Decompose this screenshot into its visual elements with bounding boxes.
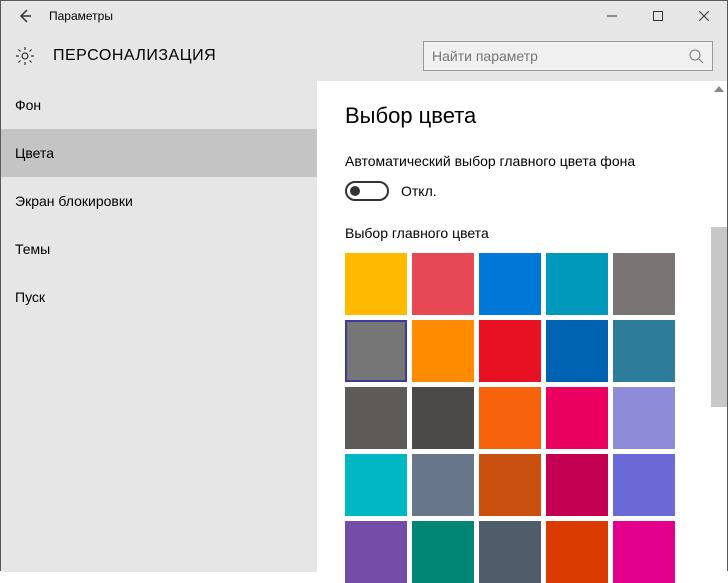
color-swatch[interactable]: [613, 521, 675, 583]
titlebar: Параметры: [1, 1, 727, 31]
color-swatch[interactable]: [479, 454, 541, 516]
arrow-left-icon: [17, 8, 33, 24]
color-swatch[interactable]: [345, 521, 407, 583]
color-swatch[interactable]: [613, 454, 675, 516]
maximize-button[interactable]: [635, 1, 681, 31]
sidebar-item-colors[interactable]: Цвета: [1, 129, 317, 177]
color-swatch[interactable]: [546, 320, 608, 382]
close-button[interactable]: [681, 1, 727, 31]
auto-color-label: Автоматический выбор главного цвета фона: [345, 153, 727, 169]
toggle-row: Откл.: [345, 181, 727, 201]
color-swatch[interactable]: [479, 521, 541, 583]
sidebar-item-label: Экран блокировки: [15, 193, 133, 209]
color-swatch[interactable]: [479, 387, 541, 449]
search-input[interactable]: [432, 48, 688, 64]
color-swatch[interactable]: [412, 454, 474, 516]
sidebar-item-lockscreen[interactable]: Экран блокировки: [1, 177, 317, 225]
color-grid: [345, 253, 727, 583]
scroll-thumb[interactable]: [711, 227, 727, 407]
sidebar-item-background[interactable]: Фон: [1, 81, 317, 129]
color-swatch[interactable]: [412, 320, 474, 382]
color-swatch[interactable]: [412, 521, 474, 583]
sidebar-item-label: Темы: [15, 241, 50, 257]
color-swatch[interactable]: [546, 521, 608, 583]
sidebar-item-start[interactable]: Пуск: [1, 273, 317, 321]
main-panel: Выбор цвета Автоматический выбор главног…: [317, 81, 727, 572]
content: Фон Цвета Экран блокировки Темы Пуск Выб…: [1, 81, 727, 572]
chevron-up-icon: [714, 86, 724, 92]
sidebar-item-themes[interactable]: Темы: [1, 225, 317, 273]
color-swatch[interactable]: [546, 454, 608, 516]
toggle-state-label: Откл.: [401, 183, 437, 199]
color-swatch[interactable]: [345, 387, 407, 449]
color-swatch[interactable]: [613, 387, 675, 449]
color-swatch[interactable]: [345, 253, 407, 315]
gear-icon: [15, 46, 35, 66]
header: ПЕРСОНАЛИЗАЦИЯ: [1, 31, 727, 81]
auto-color-toggle[interactable]: [345, 181, 389, 201]
window-controls: [589, 1, 727, 31]
color-swatch[interactable]: [345, 320, 407, 382]
color-swatch[interactable]: [613, 320, 675, 382]
color-grid-label: Выбор главного цвета: [345, 225, 727, 241]
color-swatch[interactable]: [345, 454, 407, 516]
scroll-up-arrow[interactable]: [711, 81, 727, 97]
sidebar: Фон Цвета Экран блокировки Темы Пуск: [1, 81, 317, 572]
window-title: Параметры: [49, 9, 113, 23]
sidebar-item-label: Цвета: [15, 145, 54, 161]
back-button[interactable]: [1, 1, 49, 31]
close-icon: [699, 11, 709, 21]
scrollbar[interactable]: [711, 81, 727, 572]
header-left: ПЕРСОНАЛИЗАЦИЯ: [15, 46, 216, 66]
color-swatch[interactable]: [546, 253, 608, 315]
toggle-knob: [350, 186, 360, 196]
page-title: ПЕРСОНАЛИЗАЦИЯ: [53, 47, 216, 65]
maximize-icon: [653, 11, 663, 21]
color-swatch[interactable]: [546, 387, 608, 449]
main-title: Выбор цвета: [345, 103, 727, 129]
minimize-icon: [607, 11, 617, 21]
search-box[interactable]: [423, 41, 713, 71]
color-swatch[interactable]: [479, 320, 541, 382]
search-icon: [688, 48, 704, 64]
color-swatch[interactable]: [613, 253, 675, 315]
titlebar-left: Параметры: [1, 1, 113, 31]
color-swatch[interactable]: [479, 253, 541, 315]
color-swatch[interactable]: [412, 253, 474, 315]
sidebar-item-label: Фон: [15, 97, 41, 113]
sidebar-item-label: Пуск: [15, 289, 45, 305]
minimize-button[interactable]: [589, 1, 635, 31]
color-swatch[interactable]: [412, 387, 474, 449]
